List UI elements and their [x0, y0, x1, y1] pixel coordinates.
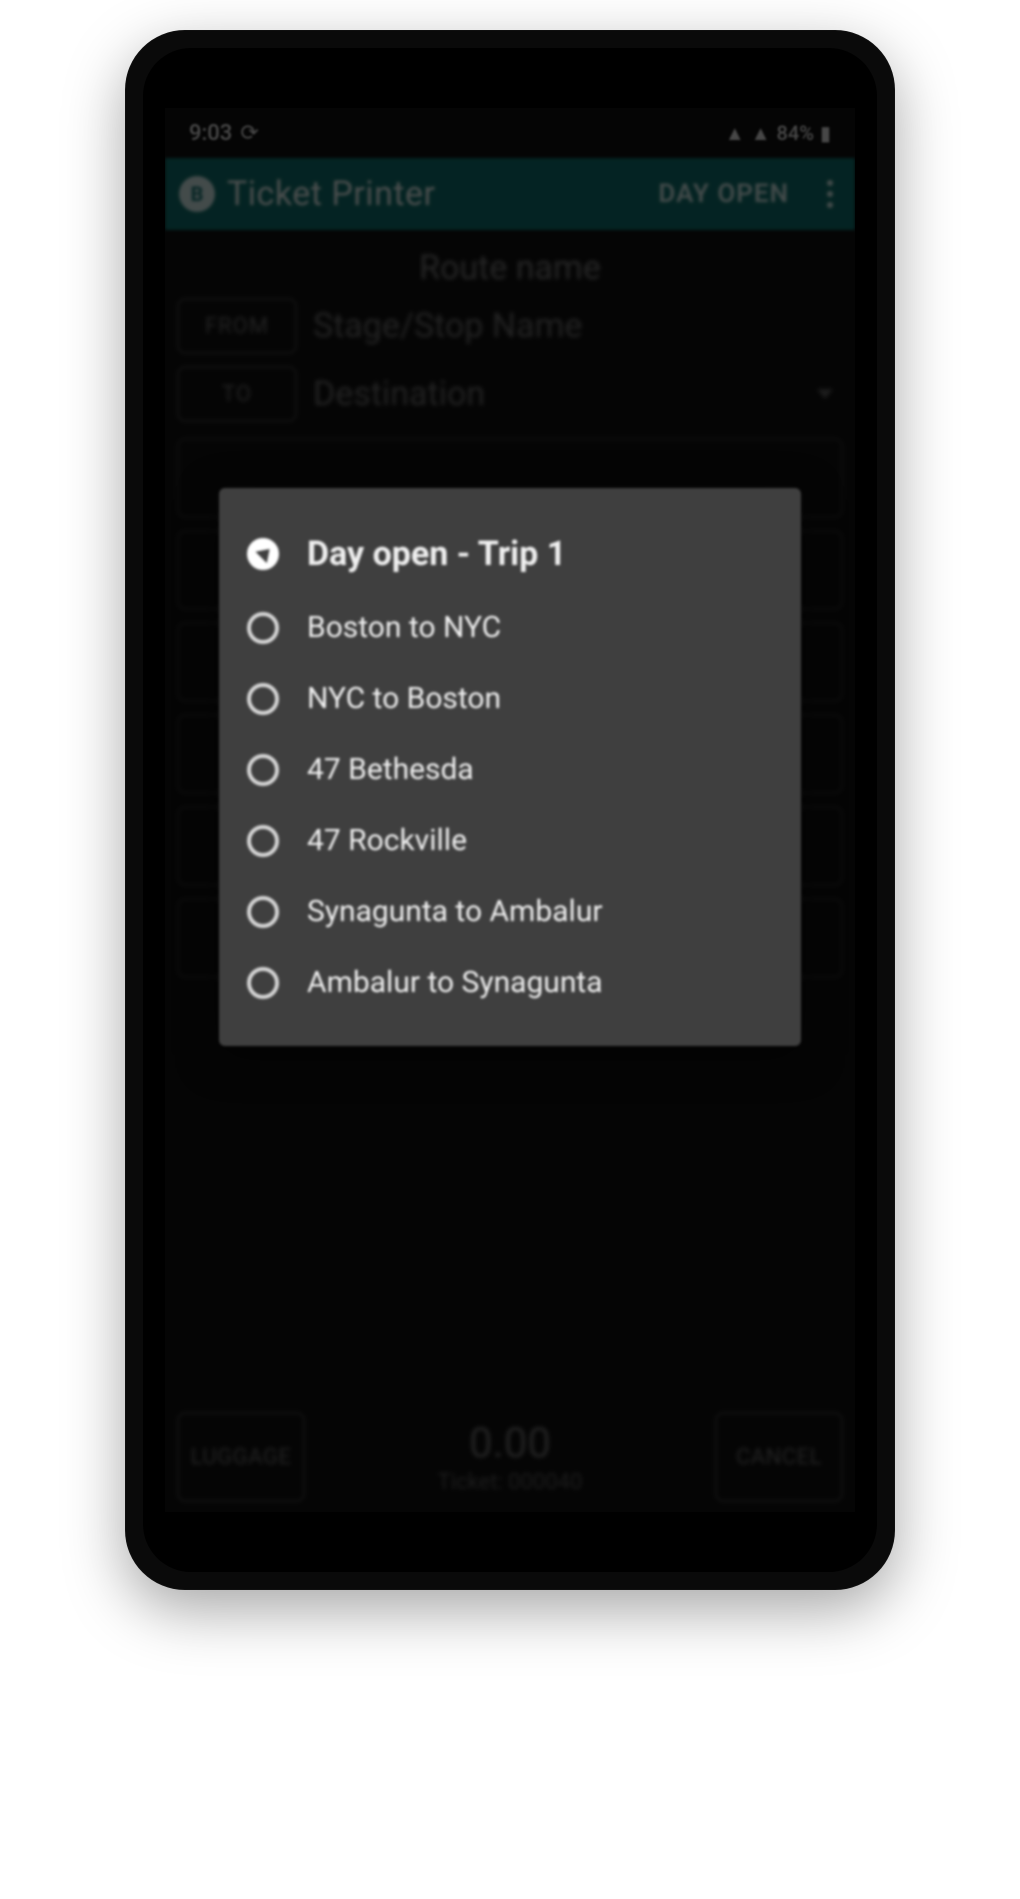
status-right: ▲ ▲ 84% ▮: [725, 121, 831, 146]
route-option[interactable]: Day open - Trip 1: [241, 516, 781, 592]
radio-icon: [247, 683, 279, 715]
route-option[interactable]: Boston to NYC: [241, 592, 781, 663]
app-bar: B Ticket Printer DAY OPEN: [165, 158, 855, 230]
day-open-button[interactable]: DAY OPEN: [658, 179, 789, 209]
to-value: Destination: [313, 374, 485, 414]
wifi-icon: ▲: [725, 121, 745, 146]
app-title: Ticket Printer: [227, 174, 646, 214]
phone-frame: 9:03 ⟳ ▲ ▲ 84% ▮ B Ticket Printer DAY OP…: [125, 30, 895, 1590]
route-option-label: 47 Bethesda: [307, 752, 474, 787]
route-option[interactable]: Ambalur to Synagunta: [241, 947, 781, 1018]
overflow-menu-icon[interactable]: [819, 180, 841, 208]
route-option[interactable]: NYC to Boston: [241, 663, 781, 734]
from-tag[interactable]: FROM: [177, 298, 297, 354]
radio-icon: [247, 612, 279, 644]
route-option[interactable]: 47 Rockville: [241, 805, 781, 876]
status-bar: 9:03 ⟳ ▲ ▲ 84% ▮: [165, 108, 855, 158]
bottom-bar: LUGGAGE 0.00 Ticket: 000040 CANCEL: [177, 1412, 843, 1502]
radio-icon: [247, 754, 279, 786]
status-time: 9:03: [189, 121, 232, 146]
battery-icon: ▮: [820, 121, 831, 145]
radio-icon: [247, 967, 279, 999]
ticket-amount: 0.00: [317, 1419, 703, 1468]
radio-icon: [247, 825, 279, 857]
route-select-dialog: Day open - Trip 1 Boston to NYC NYC to Bos…: [219, 488, 801, 1046]
from-value: Stage/Stop Name: [313, 306, 582, 346]
route-option-label: NYC to Boston: [307, 681, 501, 716]
chevron-down-icon: [817, 389, 833, 399]
luggage-button[interactable]: LUGGAGE: [177, 1412, 305, 1502]
route-option-label: Boston to NYC: [307, 610, 501, 645]
radio-icon: [247, 896, 279, 928]
to-tag[interactable]: TO: [177, 366, 297, 422]
phone-inner: 9:03 ⟳ ▲ ▲ 84% ▮ B Ticket Printer DAY OP…: [143, 48, 877, 1572]
to-field[interactable]: Destination: [313, 374, 843, 414]
route-name-label: Route name: [177, 248, 843, 288]
route-option-label: 47 Rockville: [307, 823, 467, 858]
status-icon-sync: ⟳: [240, 121, 258, 146]
ticket-number: Ticket: 000040: [317, 1470, 703, 1495]
battery-percent: 84%: [777, 121, 814, 145]
route-option-label: Ambalur to Synagunta: [307, 965, 603, 1000]
from-field[interactable]: Stage/Stop Name: [313, 306, 843, 346]
app-logo-icon: B: [179, 176, 215, 212]
signal-icon: ▲: [751, 121, 771, 146]
from-row: FROM Stage/Stop Name: [177, 298, 843, 354]
route-option-label: Synagunta to Ambalur: [307, 894, 603, 929]
status-left: 9:03 ⟳: [189, 121, 259, 146]
route-option[interactable]: 47 Bethesda: [241, 734, 781, 805]
route-option-label: Day open - Trip 1: [307, 534, 566, 574]
to-row: TO Destination: [177, 366, 843, 422]
screen: 9:03 ⟳ ▲ ▲ 84% ▮ B Ticket Printer DAY OP…: [165, 108, 855, 1512]
ticket-center: 0.00 Ticket: 000040: [317, 1419, 703, 1495]
route-option[interactable]: Synagunta to Ambalur: [241, 876, 781, 947]
radio-selected-icon: [247, 538, 279, 570]
cancel-button[interactable]: CANCEL: [715, 1412, 843, 1502]
